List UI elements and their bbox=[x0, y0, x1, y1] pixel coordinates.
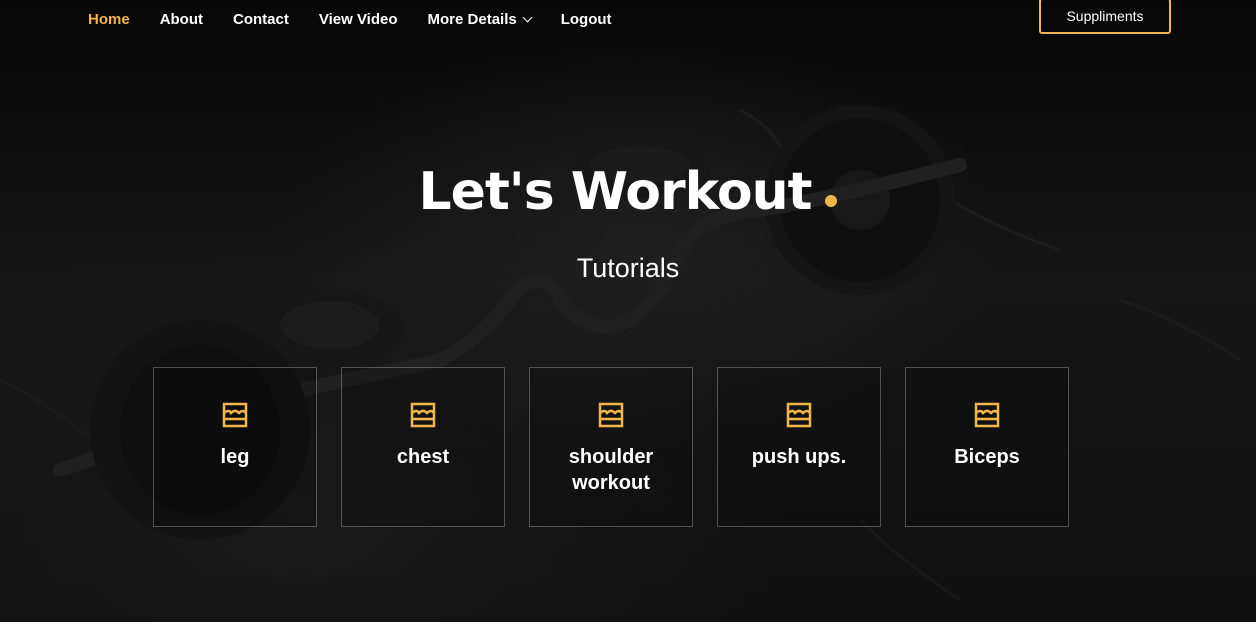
card-label: chest bbox=[396, 446, 450, 468]
nav-link-about[interactable]: About bbox=[160, 9, 203, 29]
hero-title-wrap: Let's Workout bbox=[0, 162, 1256, 222]
workout-cards: leg chest shoulder workout push ups. Bic… bbox=[153, 367, 1069, 527]
hero-title: Let's Workout bbox=[419, 162, 838, 222]
store-icon bbox=[786, 402, 812, 428]
accent-dot-icon bbox=[825, 195, 838, 207]
card-biceps[interactable]: Biceps bbox=[905, 367, 1069, 527]
card-shoulder-workout[interactable]: shoulder workout bbox=[529, 367, 693, 527]
nav-link-home[interactable]: Home bbox=[88, 9, 130, 29]
store-icon bbox=[598, 402, 624, 428]
nav-link-contact[interactable]: Contact bbox=[233, 9, 289, 29]
store-icon bbox=[222, 402, 248, 428]
nav-link-logout[interactable]: Logout bbox=[561, 9, 612, 29]
card-push-ups[interactable]: push ups. bbox=[717, 367, 881, 527]
card-label: push ups. bbox=[751, 446, 847, 468]
top-navigation: Home About Contact View Video More Detai… bbox=[0, 0, 1256, 40]
store-icon bbox=[974, 402, 1000, 428]
hero-section: Home About Contact View Video More Detai… bbox=[0, 0, 1256, 622]
store-icon bbox=[410, 402, 436, 428]
hero-subtitle: Tutorials bbox=[576, 253, 680, 283]
suppliments-button[interactable]: Suppliments bbox=[1039, 0, 1171, 34]
nav-link-view-video[interactable]: View Video bbox=[319, 9, 398, 29]
card-label: leg bbox=[220, 446, 250, 468]
barbell-background-image bbox=[0, 105, 1241, 602]
nav-links: Home About Contact View Video More Detai… bbox=[88, 9, 642, 29]
card-leg[interactable]: leg bbox=[153, 367, 317, 527]
chevron-down-icon bbox=[522, 12, 533, 22]
card-label: shoulder workout bbox=[568, 446, 654, 494]
card-chest[interactable]: chest bbox=[341, 367, 505, 527]
card-label: Biceps bbox=[954, 446, 1020, 468]
nav-link-more-details[interactable]: More Details bbox=[428, 9, 533, 29]
